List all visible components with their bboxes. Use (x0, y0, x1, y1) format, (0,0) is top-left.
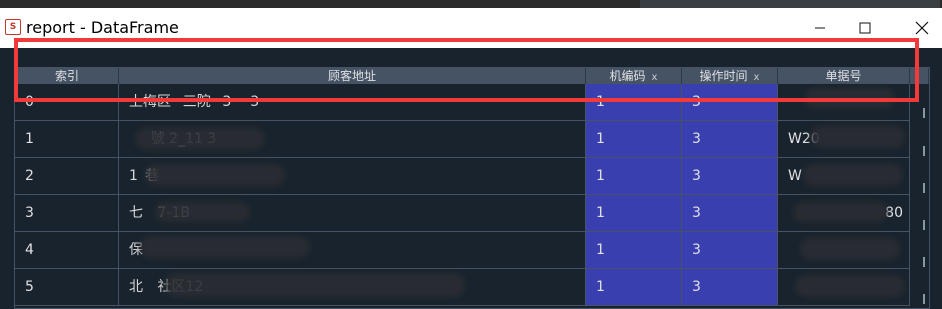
cell-machine-code[interactable]: 1 (586, 269, 682, 306)
window-titlebar[interactable]: S report - DataFrame (0, 8, 942, 48)
background-window-strip (0, 0, 942, 8)
cell-machine-code[interactable]: 1 (586, 84, 682, 121)
header-next-column[interactable] (910, 68, 929, 84)
dataframe-table[interactable]: 索引 顾客地址 机编码 x 操作时间 x 单据号 0 上梅区 三院 3 3 1 3 … (14, 67, 930, 309)
cell-machine-code[interactable]: 1 (586, 158, 682, 195)
scroll-tick (923, 257, 925, 267)
cell-machine-code[interactable]: 1 (586, 195, 682, 232)
close-icon (915, 21, 929, 35)
redaction-mark (145, 164, 285, 186)
minimize-icon (815, 27, 825, 29)
cell-operation-time[interactable]: 3 (682, 84, 778, 121)
cell-operation-time[interactable]: 3 (682, 232, 778, 269)
app-icon: S (5, 19, 21, 35)
redaction-mark (800, 238, 900, 260)
close-button[interactable] (902, 12, 942, 44)
scroll-tick (923, 146, 925, 156)
cell-operation-time[interactable]: 3 (682, 269, 778, 306)
header-label: 顾客地址 (327, 69, 376, 83)
table-row[interactable]: 3 七 7-1B 1 3 80 (15, 195, 929, 232)
sort-indicator: x (753, 72, 760, 83)
table-row[interactable]: 5 北 社区12 1 3 (15, 269, 929, 306)
scroll-tick (923, 183, 925, 193)
header-operation-time[interactable]: 操作时间 x (682, 68, 778, 84)
redaction-mark (795, 275, 905, 297)
redaction-mark (155, 202, 250, 222)
cell-index[interactable]: 0 (15, 84, 119, 121)
header-address[interactable]: 顾客地址 (119, 68, 586, 84)
cell-operation-time[interactable]: 3 (682, 158, 778, 195)
cell-machine-code[interactable]: 1 (586, 121, 682, 158)
minimize-button[interactable] (800, 12, 840, 44)
header-label: 索引 (54, 69, 79, 83)
redaction-mark (793, 202, 888, 222)
redaction-mark (135, 128, 265, 150)
scroll-tick (923, 294, 925, 304)
header-machine-code[interactable]: 机编码 x (586, 68, 682, 84)
cell-machine-code[interactable]: 1 (586, 232, 682, 269)
redaction-mark (805, 88, 895, 108)
sort-indicator: x (651, 72, 658, 83)
redaction-mark (165, 273, 465, 297)
redaction-mark (140, 236, 310, 258)
cell-index[interactable]: 3 (15, 195, 119, 232)
toolbar-area (0, 48, 942, 67)
maximize-icon (859, 22, 871, 34)
vertical-scrollbar[interactable] (919, 84, 929, 308)
header-label: 机编码 (609, 69, 646, 83)
header-index[interactable]: 索引 (15, 68, 119, 84)
redaction-mark (803, 164, 903, 186)
header-label: 操作时间 (699, 69, 748, 83)
cell-index[interactable]: 5 (15, 269, 119, 306)
cell-operation-time[interactable]: 3 (682, 121, 778, 158)
maximize-button[interactable] (845, 12, 885, 44)
cell-index[interactable]: 1 (15, 121, 119, 158)
header-doc-number[interactable]: 单据号 (778, 68, 910, 84)
cell-operation-time[interactable]: 3 (682, 195, 778, 232)
cell-index[interactable]: 2 (15, 158, 119, 195)
header-label: 单据号 (825, 69, 862, 83)
scroll-tick (923, 220, 925, 230)
window-title: report - DataFrame (26, 18, 179, 37)
table-row[interactable]: 0 上梅区 三院 3 3 1 3 (15, 84, 929, 121)
cell-address[interactable]: 上梅区 三院 3 3 (119, 84, 586, 121)
scroll-tick (923, 108, 925, 118)
redaction-mark (810, 126, 905, 148)
cell-index[interactable]: 4 (15, 232, 119, 269)
